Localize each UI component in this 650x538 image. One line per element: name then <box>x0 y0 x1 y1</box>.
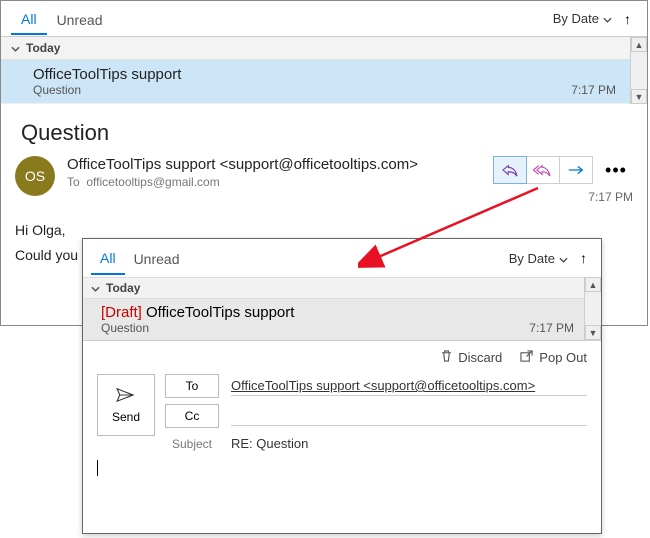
popup-message-list: Today [Draft] OfficeToolTips support Que… <box>83 277 601 341</box>
group-header-today[interactable]: Today <box>1 37 630 60</box>
message-row[interactable]: OfficeToolTips support Question 7:17 PM <box>1 60 630 104</box>
send-icon <box>115 387 137 406</box>
popup-message-row[interactable]: [Draft] OfficeToolTips support Question … <box>83 299 584 340</box>
popout-button[interactable]: Pop Out <box>520 349 587 366</box>
sort-by-date[interactable]: By Date <box>547 11 618 26</box>
chevron-down-icon <box>559 251 568 266</box>
message-subject: Question <box>33 83 612 97</box>
discard-button[interactable]: Discard <box>440 349 502 366</box>
popup-sort-by-date[interactable]: By Date <box>503 251 574 266</box>
list-scrollbar[interactable]: ▲ ▼ <box>630 37 647 104</box>
chevron-down-icon <box>11 41 20 55</box>
tab-unread[interactable]: Unread <box>47 4 113 34</box>
compose-popup: All Unread By Date ↑ Today [Draft] Offic… <box>82 238 602 534</box>
scroll-down-icon[interactable]: ▼ <box>631 89 647 104</box>
reading-timestamp: 7:17 PM <box>494 190 633 204</box>
compose-form: Send To OfficeToolTips support <support@… <box>83 374 601 453</box>
reading-to: To officetooltips@gmail.com <box>67 175 482 189</box>
chevron-down-icon <box>603 11 612 26</box>
text-cursor <box>97 460 98 476</box>
subject-field[interactable]: RE: Question <box>231 434 587 453</box>
popup-tabs: All Unread By Date ↑ <box>83 239 601 277</box>
reply-button[interactable] <box>493 156 527 184</box>
to-field[interactable]: OfficeToolTips support <support@officeto… <box>231 376 587 396</box>
popup-sort-direction[interactable]: ↑ <box>574 250 593 266</box>
popup-tab-all[interactable]: All <box>91 241 125 275</box>
scroll-down-icon[interactable]: ▼ <box>585 325 601 340</box>
popout-icon <box>520 350 534 366</box>
draft-tag: [Draft] <box>101 304 142 321</box>
popup-message-subject: Question <box>101 321 570 335</box>
reading-actions: ••• <box>494 156 633 184</box>
popup-message-time: 7:17 PM <box>529 321 574 335</box>
sort-direction[interactable]: ↑ <box>618 11 637 27</box>
cc-button[interactable]: Cc <box>165 404 219 428</box>
sort-label: By Date <box>553 11 599 26</box>
chevron-down-icon <box>91 281 100 295</box>
popup-scrollbar[interactable]: ▲ ▼ <box>584 277 601 340</box>
reply-all-button[interactable] <box>526 156 560 184</box>
popup-tab-unread[interactable]: Unread <box>125 242 189 274</box>
to-button[interactable]: To <box>165 374 219 398</box>
scroll-up-icon[interactable]: ▲ <box>631 37 647 52</box>
trash-icon <box>440 349 453 366</box>
subject-label: Subject <box>165 437 219 451</box>
send-button[interactable]: Send <box>97 374 155 436</box>
message-list-tabs: All Unread By Date ↑ <box>1 1 647 37</box>
compose-body[interactable] <box>83 453 601 482</box>
message-list: Today OfficeToolTips support Question 7:… <box>1 37 647 104</box>
popup-group-header[interactable]: Today <box>83 277 584 299</box>
reading-subject: Question <box>21 120 633 146</box>
scroll-up-icon[interactable]: ▲ <box>585 277 601 292</box>
reading-from: OfficeToolTips support <support@officeto… <box>67 156 482 173</box>
forward-button[interactable] <box>559 156 593 184</box>
popup-message-from: OfficeToolTips support <box>146 304 294 321</box>
tab-all[interactable]: All <box>11 3 47 35</box>
message-from: OfficeToolTips support <box>33 66 612 83</box>
message-time: 7:17 PM <box>571 83 616 97</box>
group-label: Today <box>26 41 60 55</box>
avatar: OS <box>15 156 55 196</box>
more-actions-button[interactable]: ••• <box>599 156 633 184</box>
compose-toolbar: Discard Pop Out <box>83 341 601 374</box>
cc-field[interactable] <box>231 406 587 426</box>
